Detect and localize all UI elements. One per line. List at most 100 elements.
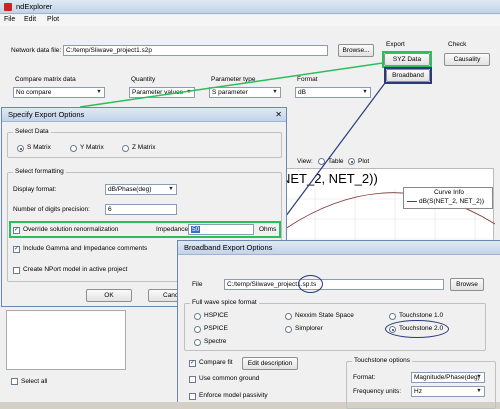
chevron-down-icon: ▼ (476, 374, 482, 380)
simplorer-label: Simplorer (295, 325, 323, 332)
edit-description-button[interactable]: Edit description (242, 357, 298, 370)
file-label: File (192, 281, 203, 288)
view-plot-label: Plot (358, 158, 370, 165)
chevron-down-icon: ▼ (362, 89, 368, 95)
compare-select[interactable]: No compare ▼ (13, 87, 105, 98)
close-icon[interactable]: ✕ (275, 108, 282, 122)
compare-fit-checkbox[interactable]: ✓ (189, 360, 196, 367)
y-matrix-radio[interactable] (70, 145, 77, 152)
select-data-group: Select Data S Matrix Y Matrix Z Matrix (7, 128, 282, 158)
z-matrix-radio[interactable] (122, 145, 129, 152)
freq-units-label: Frequency units: (353, 388, 402, 395)
param-type-label: Parameter type (211, 76, 256, 83)
broadband-title: Broadband Export Options (184, 243, 273, 252)
chevron-down-icon: ▼ (272, 89, 278, 95)
specify-title: Specify Export Options (8, 110, 85, 119)
select-formatting-label: Select formatting (13, 168, 66, 175)
main-titlebar: ndExplorer (0, 0, 500, 14)
view-label: View: (297, 158, 313, 165)
create-nport-checkbox[interactable] (13, 267, 20, 274)
touchstone1-radio[interactable] (389, 313, 396, 320)
display-format-label: Display format: (13, 186, 57, 193)
view-plot-radio[interactable] (348, 158, 355, 165)
broadband-titlebar: Broadband Export Options (178, 241, 500, 255)
causality-button[interactable]: Causality (444, 53, 490, 66)
use-common-ground-label: Use common ground (199, 375, 260, 382)
chevron-down-icon: ▼ (96, 89, 102, 95)
param-type-select[interactable]: S parameter ▼ (209, 87, 281, 98)
menu-edit[interactable]: Edit (24, 16, 36, 23)
main-title: ndExplorer (16, 2, 53, 11)
broadband-highlight (384, 67, 432, 84)
z-matrix-label: Z Matrix (132, 144, 156, 151)
select-data-label: Select Data (13, 128, 51, 135)
touchstone1-label: Touchstone 1.0 (399, 312, 444, 319)
freq-units-value: Hz (414, 388, 422, 395)
pspice-label: PSPICE (204, 325, 228, 332)
menu-plot[interactable]: Plot (47, 16, 59, 23)
spectre-radio[interactable] (194, 339, 201, 346)
trace-list-panel (6, 310, 126, 370)
curve-info-entry: dB(S(NET_2, NET_2)) (419, 198, 485, 205)
enforce-passivity-label: Enforce model passivity (199, 392, 268, 399)
compare-select-value: No compare (16, 89, 52, 96)
file-input[interactable]: C:/temp/Sliwave_project1.sp.ts (224, 279, 444, 290)
select-all-checkbox[interactable] (11, 378, 18, 385)
use-common-ground-checkbox[interactable] (189, 376, 196, 383)
chevron-down-icon: ▼ (476, 388, 482, 394)
ts-format-select[interactable]: Magnitude/Phase(deg) ▼ (411, 372, 485, 383)
quantity-select-value: Parameter values (132, 89, 183, 96)
override-highlight (9, 221, 281, 238)
nexxim-label: Nexxim State Space (295, 312, 354, 319)
curve-info-line (407, 201, 417, 202)
touchstone-options-label: Touchstone options (352, 357, 413, 364)
compare-label: Compare matrix data (15, 76, 76, 83)
digits-label: Number of digits precision: (13, 206, 90, 213)
menu-file[interactable]: File (4, 16, 15, 23)
digits-input[interactable]: 6 (105, 204, 177, 215)
specify-titlebar: Specify Export Options ✕ (2, 108, 286, 122)
curve-info-box: Curve Info dB(S(NET_2, NET_2)) (403, 187, 493, 209)
menu-bar: File Edit Plot (0, 15, 500, 26)
full-wave-group: Full wave spice format HSPICE PSPICE Spe… (184, 299, 486, 351)
nexxim-radio[interactable] (285, 313, 292, 320)
full-wave-label: Full wave spice format (190, 299, 259, 306)
format-select-value: dB (298, 89, 306, 96)
quantity-select[interactable]: Parameter values ▼ (129, 87, 195, 98)
network-file-label: Network data file: (11, 47, 62, 54)
display-format-select[interactable]: dB/Phase(deg) ▼ (105, 184, 177, 195)
export-label: Export (386, 41, 405, 48)
format-select[interactable]: dB ▼ (295, 87, 371, 98)
network-file-input[interactable]: C:/temp/Sliwave_project1.s2p (63, 45, 328, 56)
ts-format-value: Magnitude/Phase(deg) (414, 374, 480, 381)
s-matrix-label: S Matrix (27, 144, 51, 151)
param-type-select-value: S parameter (212, 89, 248, 96)
hspice-radio[interactable] (194, 313, 201, 320)
include-gamma-label: Include Gamma and Impedance comments (23, 245, 148, 252)
broadband-browse-button[interactable]: Browse (450, 278, 484, 291)
chevron-down-icon: ▼ (186, 89, 192, 95)
s-matrix-radio[interactable] (17, 145, 24, 152)
y-matrix-label: Y Matrix (80, 144, 104, 151)
syz-data-highlight (382, 51, 432, 68)
enforce-passivity-checkbox[interactable] (189, 393, 196, 400)
create-nport-label: Create NPort model in active project (23, 266, 128, 273)
freq-units-select[interactable]: Hz ▼ (411, 386, 485, 397)
format-label: Format (297, 76, 318, 83)
display-format-value: dB/Phase(deg) (108, 186, 152, 193)
view-table-radio[interactable] (318, 158, 325, 165)
chevron-down-icon: ▼ (168, 186, 174, 192)
app-icon (4, 3, 12, 11)
check-label: Check (448, 41, 467, 48)
ok-button[interactable]: OK (86, 289, 132, 302)
main-browse-button[interactable]: Browse... (338, 44, 374, 57)
include-gamma-checkbox[interactable]: ✓ (13, 246, 20, 253)
compare-fit-label: Compare fit (199, 359, 233, 366)
pspice-radio[interactable] (194, 326, 201, 333)
quantity-label: Quantity (131, 76, 156, 83)
ts-format-label: Format: (353, 374, 376, 381)
spectre-label: Spectre (204, 338, 227, 345)
touchstone2-highlight (385, 320, 449, 338)
simplorer-radio[interactable] (285, 326, 292, 333)
hspice-label: HSPICE (204, 312, 229, 319)
